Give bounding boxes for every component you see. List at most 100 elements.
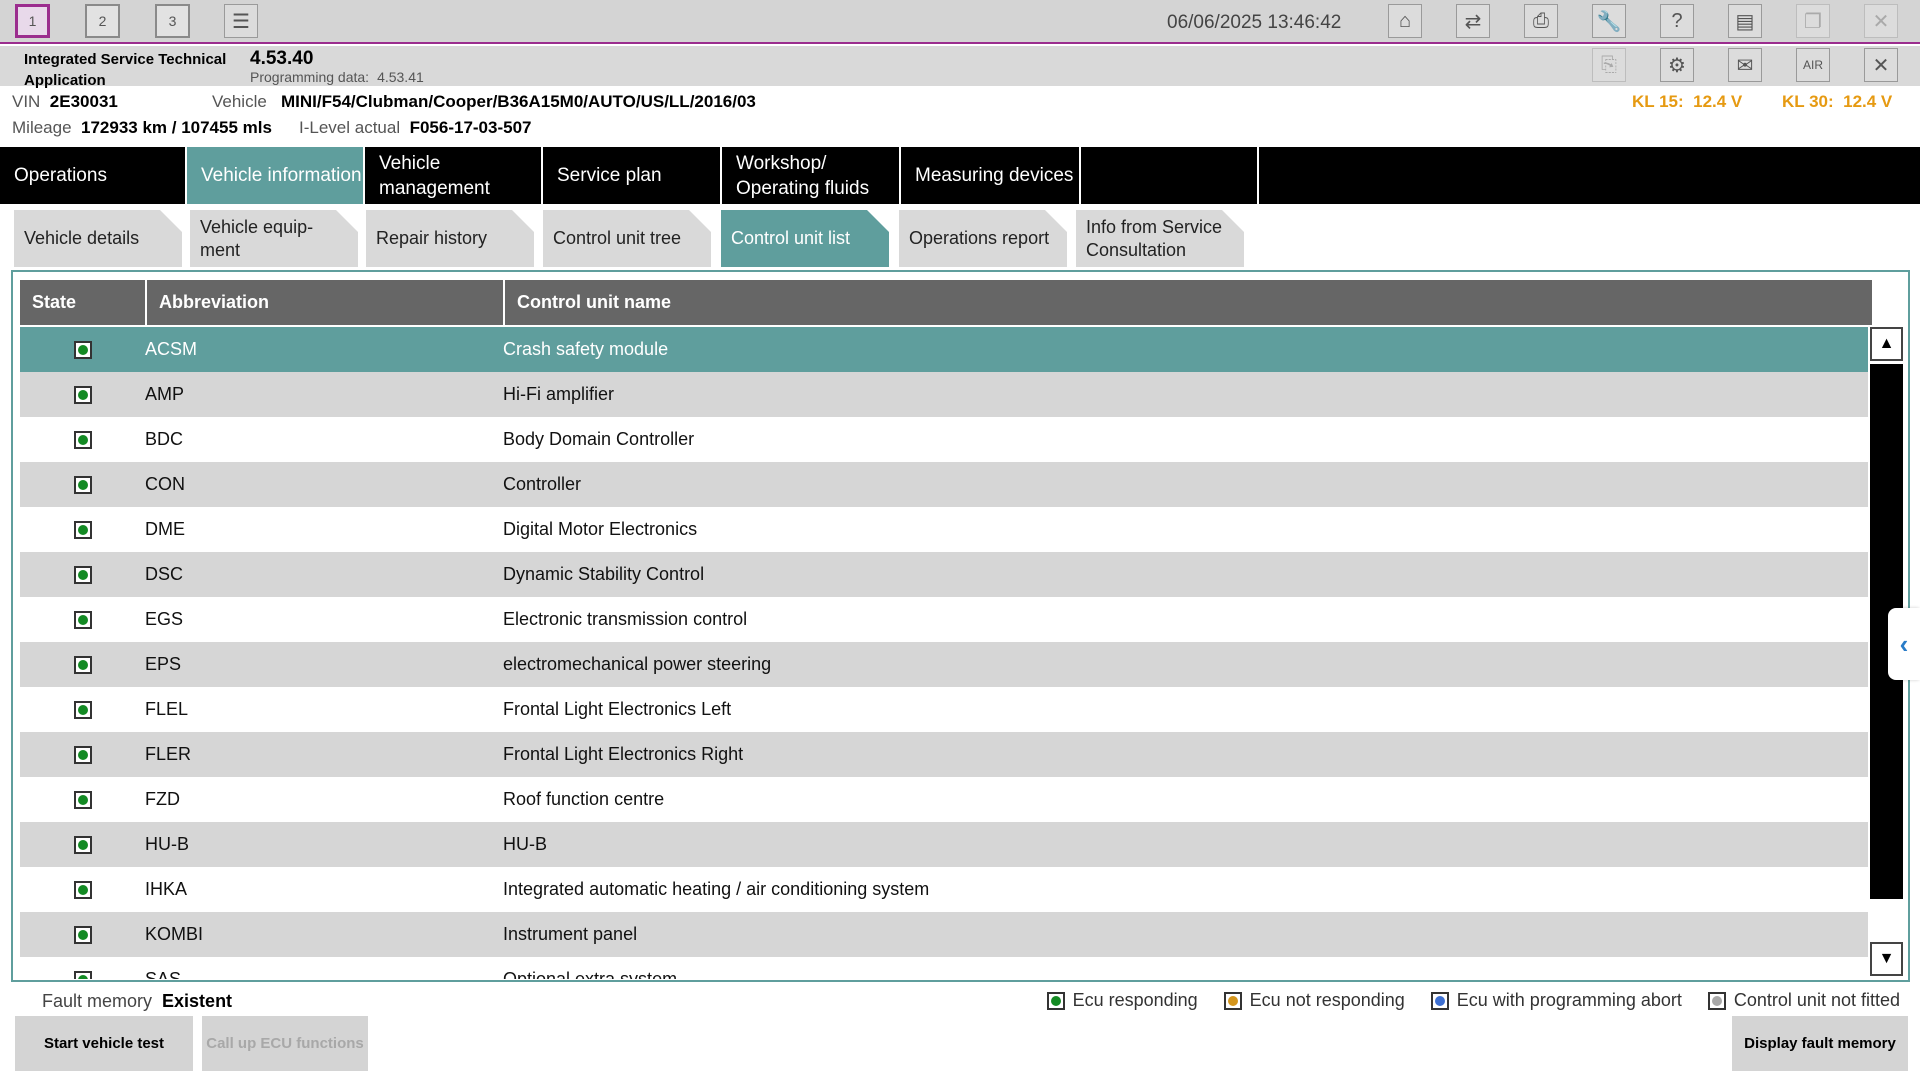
main-navigation: Operations Vehicle information Vehicle m… xyxy=(0,147,1920,204)
kl15-voltage: KL 15: 12.4 V xyxy=(1632,92,1742,112)
ilevel-label: I-Level actual xyxy=(299,118,401,137)
table-row[interactable]: IHKA Integrated automatic heating / air c… xyxy=(20,867,1872,912)
tab-operations[interactable]: Operations xyxy=(0,147,187,204)
workspace-2-button[interactable]: 2 xyxy=(85,4,120,38)
legend-label: Ecu not responding xyxy=(1249,990,1405,1010)
vehicle-label: Vehicle xyxy=(212,92,267,111)
column-control-unit-name[interactable]: Control unit name xyxy=(505,280,1872,325)
table-row[interactable]: FLEL Frontal Light Electronics Left xyxy=(20,687,1872,732)
state-cell xyxy=(20,745,145,764)
documents-icon: ⎘ xyxy=(1592,48,1626,82)
tab-workshop-operating-fluids[interactable]: Workshop/ Operating fluids xyxy=(722,147,901,204)
switch-language-icon[interactable]: ⇄ xyxy=(1456,4,1490,38)
workspace-3-button[interactable]: 3 xyxy=(155,4,190,38)
print-icon[interactable]: ⎙ xyxy=(1524,4,1558,38)
kl30-value: 12.4 V xyxy=(1843,92,1893,111)
programming-data: Programming data: 4.53.41 xyxy=(250,69,432,85)
minimize-panel-icon[interactable]: ▤ xyxy=(1728,4,1762,38)
ecu-responding-icon xyxy=(73,430,92,449)
ecu-responding-icon xyxy=(73,475,92,494)
ecu-responding-icon xyxy=(73,745,92,764)
column-abbreviation[interactable]: Abbreviation xyxy=(147,280,505,325)
subtab-control-unit-tree[interactable]: Control unit tree xyxy=(543,210,711,267)
fault-memory-label: Fault memory xyxy=(42,991,153,1011)
ecu-responding-icon xyxy=(73,925,92,944)
mileage-value: 172933 km / 107455 mls xyxy=(81,118,272,137)
abbreviation-cell: BDC xyxy=(145,429,184,449)
tab-empty[interactable] xyxy=(1081,147,1259,204)
subtab-operations-report[interactable]: Operations report xyxy=(899,210,1067,267)
tab-service-plan[interactable]: Service plan xyxy=(543,147,722,204)
close-icon[interactable]: ✕ xyxy=(1864,48,1898,82)
table-row[interactable]: HU-B HU-B xyxy=(20,822,1872,867)
display-fault-memory-button[interactable]: Display fault memory xyxy=(1732,1016,1908,1071)
subtab-info-from-service-consultation[interactable]: Info from Service Consultation xyxy=(1076,210,1244,267)
control-unit-table-body: ACSM Crash safety module AMP Hi-Fi amplifie… xyxy=(20,327,1872,979)
tab-vehicle-information[interactable]: Vehicle information xyxy=(187,147,365,204)
close-window-icon[interactable]: ✕ xyxy=(1864,4,1898,38)
state-cell xyxy=(20,835,145,854)
ecu-responding-icon xyxy=(73,340,92,359)
resize-grip-icon[interactable]: ≡ xyxy=(1873,608,1885,626)
settings-gear-icon[interactable]: ⚙ xyxy=(1660,48,1694,82)
state-cell xyxy=(20,475,145,494)
table-row[interactable]: CON Controller xyxy=(20,462,1872,507)
wrench-icon[interactable]: 🔧 xyxy=(1592,4,1626,38)
ecu-responding-icon xyxy=(73,835,92,854)
ecu-responding-icon xyxy=(73,790,92,809)
vehicle-info: Vehicle MINI/F54/Clubman/Cooper/B36A15M0… xyxy=(212,92,756,112)
table-row[interactable]: EPS electromechanical power steering xyxy=(20,642,1872,687)
legend-label: Ecu with programming abort xyxy=(1456,990,1682,1010)
table-row[interactable]: DSC Dynamic Stability Control xyxy=(20,552,1872,597)
control-unit-name-cell: Body Domain Controller xyxy=(503,429,695,449)
tab-vehicle-management[interactable]: Vehicle management xyxy=(365,147,543,204)
table-row[interactable]: FLER Frontal Light Electronics Right xyxy=(20,732,1872,777)
workspace-1-button[interactable]: 1 xyxy=(15,4,50,38)
table-row[interactable]: FZD Roof function centre xyxy=(20,777,1872,822)
abbreviation-cell: FZD xyxy=(145,789,180,809)
subtab-vehicle-details[interactable]: Vehicle details xyxy=(14,210,182,267)
legend-item: Control unit not fitted xyxy=(1707,990,1900,1011)
control-unit-name-cell: Dynamic Stability Control xyxy=(503,564,705,584)
datetime: 06/06/2025 13:46:42 xyxy=(1167,12,1342,33)
table-row[interactable]: EGS Electronic transmission control xyxy=(20,597,1872,642)
control-unit-name-cell: electromechanical power steering xyxy=(503,654,772,674)
side-panel-toggle-icon[interactable]: ‹ xyxy=(1888,608,1920,680)
abbreviation-cell: AMP xyxy=(145,384,185,404)
app-header: Integrated Service Technical Application… xyxy=(0,46,1920,89)
air-search-icon[interactable]: AIR xyxy=(1796,48,1830,82)
mail-icon[interactable]: ✉ xyxy=(1728,48,1762,82)
tab-measuring-devices[interactable]: Measuring devices xyxy=(901,147,1081,204)
state-cell xyxy=(20,520,145,539)
state-cell xyxy=(20,430,145,449)
mileage-info: Mileage 172933 km / 107455 mls xyxy=(12,118,272,138)
start-vehicle-test-button[interactable]: Start vehicle test xyxy=(15,1016,193,1071)
scroll-up-icon[interactable]: ▲ xyxy=(1870,327,1903,361)
kl15-value: 12.4 V xyxy=(1693,92,1743,111)
table-row[interactable]: SAS Optional extra system xyxy=(20,957,1872,979)
help-icon[interactable]: ? xyxy=(1660,4,1694,38)
table-row[interactable]: DME Digital Motor Electronics xyxy=(20,507,1872,552)
subtab-vehicle-equipment[interactable]: Vehicle equip- ment xyxy=(190,210,358,267)
ecu-responding-icon xyxy=(73,655,92,674)
table-row[interactable]: BDC Body Domain Controller xyxy=(20,417,1872,462)
call-up-ecu-functions-button[interactable]: Call up ECU functions xyxy=(202,1016,368,1071)
abbreviation-cell: IHKA xyxy=(145,879,188,899)
table-row[interactable]: KOMBI Instrument panel xyxy=(20,912,1872,957)
scroll-down-icon[interactable]: ▼ xyxy=(1870,942,1903,976)
subtab-control-unit-list[interactable]: Control unit list xyxy=(721,210,889,267)
abbreviation-cell: KOMBI xyxy=(145,924,204,944)
control-unit-name-cell: Crash safety module xyxy=(503,339,669,359)
column-state[interactable]: State xyxy=(20,280,147,325)
table-row[interactable]: ACSM Crash safety module xyxy=(20,327,1872,372)
control-unit-name-cell: Electronic transmission control xyxy=(503,609,748,629)
table-row[interactable]: AMP Hi-Fi amplifier xyxy=(20,372,1872,417)
state-cell xyxy=(20,610,145,629)
subtab-repair-history[interactable]: Repair history xyxy=(366,210,534,267)
home-icon[interactable]: ⌂ xyxy=(1388,4,1422,38)
kl15-label: KL 15: xyxy=(1632,92,1684,111)
workspace-list-icon[interactable]: ☰ xyxy=(224,4,258,38)
restore-window-icon[interactable]: ❐ xyxy=(1796,4,1830,38)
control-unit-name-cell: Frontal Light Electronics Right xyxy=(503,744,744,764)
ecu-responding-icon xyxy=(73,970,92,979)
